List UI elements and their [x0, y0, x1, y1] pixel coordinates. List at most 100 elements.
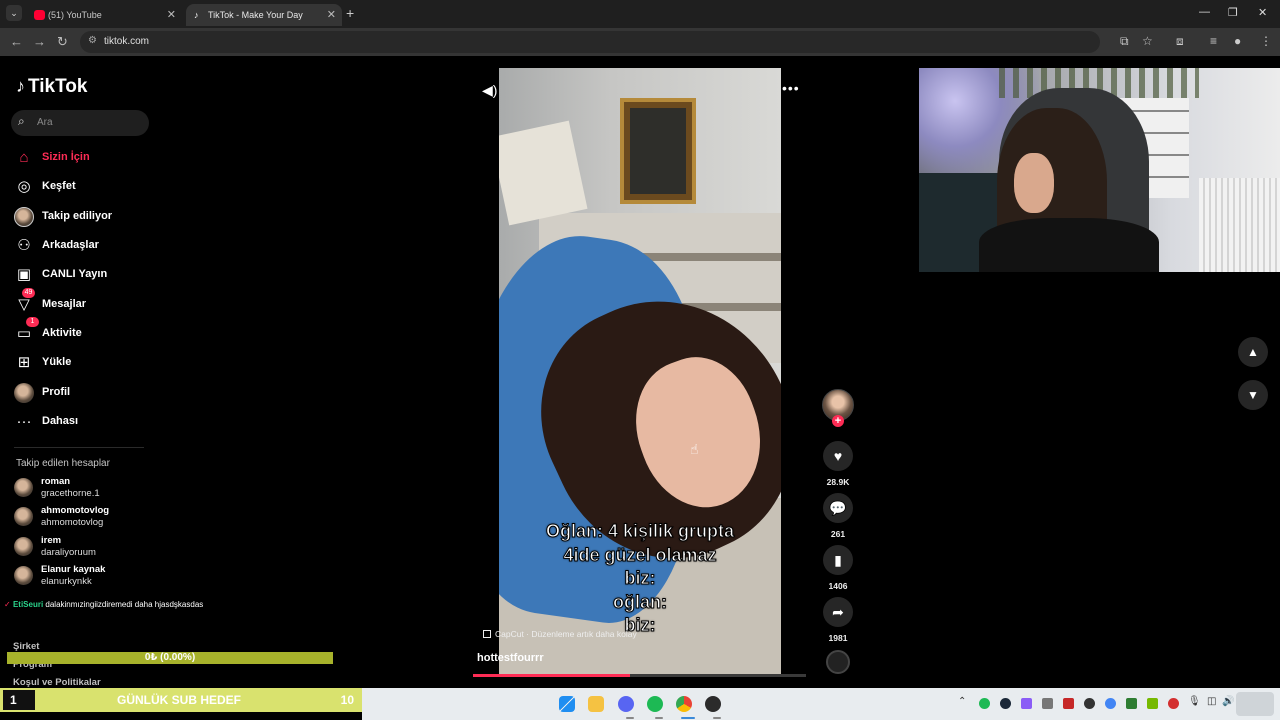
nav-for-you[interactable]: ⌂ Sizin İçin	[14, 147, 154, 169]
follow-plus-icon[interactable]: +	[832, 415, 844, 427]
chat-text: dalakinmızingiizdiremedi daha hjasdşkasd…	[45, 600, 204, 609]
next-video-button[interactable]: ▼	[1238, 380, 1268, 410]
tiktok-logo[interactable]: ♪ TikTok	[16, 76, 87, 98]
close-tab-icon[interactable]: ✕	[167, 4, 176, 26]
messages-badge: 49	[22, 288, 35, 298]
new-tab-button[interactable]: +	[346, 5, 354, 21]
share-arrow-icon: ➦	[832, 604, 844, 620]
search-input[interactable]: ⌕ Ara	[11, 110, 149, 136]
video-author[interactable]: hottestfourrr	[477, 652, 544, 664]
tab-search-button[interactable]: ⌄	[6, 5, 22, 21]
file-explorer-icon[interactable]	[588, 696, 604, 712]
search-placeholder: Ara	[37, 117, 53, 128]
obs-icon[interactable]	[705, 696, 721, 712]
tray-spotify-icon[interactable]	[979, 698, 990, 709]
tab-tiktok[interactable]: ♪ TikTok - Make Your Day ✕	[186, 4, 342, 26]
restore-icon[interactable]: ❐	[1228, 6, 1238, 19]
tray-nvidia-icon[interactable]	[1126, 698, 1137, 709]
windows-start-icon[interactable]	[559, 696, 575, 712]
video-caption: Oğlan: 4 kişilik grupta 4ide güzel olama…	[499, 520, 781, 638]
followed-account[interactable]: roman gracethorne.1	[14, 476, 154, 500]
nav-live[interactable]: ▣ CANLI Yayın	[14, 264, 154, 286]
volume-mute-icon[interactable]: ◀)	[482, 82, 497, 99]
close-tab-icon[interactable]: ✕	[327, 4, 336, 26]
footer-link-company[interactable]: Şirket	[13, 641, 39, 652]
video-scene	[620, 98, 696, 204]
comment-button[interactable]: 💬	[823, 493, 853, 523]
tray-keyboard-icon[interactable]	[1042, 698, 1053, 709]
messages-icon: ▽	[18, 296, 30, 313]
nav-profile[interactable]: Profil	[14, 382, 154, 404]
video-player[interactable]: Oğlan: 4 kişilik grupta 4ide güzel olama…	[499, 68, 781, 676]
profile-avatar-icon[interactable]: ●	[1234, 34, 1241, 48]
activity-icon: ▭	[16, 325, 32, 342]
music-disc-icon[interactable]	[826, 650, 850, 674]
reading-list-icon[interactable]: ≡	[1210, 34, 1217, 48]
like-button[interactable]: ♥	[823, 441, 853, 471]
tray-app-icon[interactable]	[1084, 698, 1095, 709]
site-info-icon[interactable]: ⚙	[88, 35, 97, 46]
chevron-down-icon: ▼	[1247, 388, 1259, 402]
donation-progress-bar: 0₺ (0.00%)	[7, 652, 333, 664]
video-progress-bar[interactable]	[473, 674, 806, 677]
logo-text: TikTok	[28, 76, 88, 97]
tray-google-icon[interactable]	[1105, 698, 1116, 709]
tab-title: TikTok - Make Your Day	[208, 10, 303, 20]
followed-account[interactable]: irem daraliyoruum	[14, 535, 154, 559]
following-avatar-icon	[14, 207, 34, 227]
extensions-icon[interactable]: ⧈	[1176, 34, 1184, 49]
spotify-icon[interactable]	[647, 696, 663, 712]
system-clock[interactable]	[1236, 692, 1274, 716]
donation-progress-text: 0₺ (0.00%)	[144, 652, 196, 663]
reload-icon[interactable]: ↻	[57, 34, 68, 50]
nav-more[interactable]: ··· Dahası	[14, 411, 154, 433]
nav-activity[interactable]: ▭ 1 Aktivite	[14, 317, 154, 345]
save-button[interactable]: ▮	[823, 545, 853, 575]
more-icon: ···	[16, 413, 32, 430]
nav-explore[interactable]: ◎ Keşfet	[14, 176, 154, 198]
bookmark-star-icon[interactable]: ☆	[1142, 34, 1153, 48]
volume-icon[interactable]: 🔊	[1222, 696, 1234, 707]
tab-youtube[interactable]: (51) YouTube ✕	[26, 4, 182, 26]
microphone-icon[interactable]: 🎙	[1188, 696, 1201, 707]
previous-video-button[interactable]: ▲	[1238, 337, 1268, 367]
nav-upload[interactable]: ⊞ Yükle	[14, 352, 154, 374]
footer-link-terms[interactable]: Koşul ve Politikalar	[13, 677, 101, 688]
address-bar[interactable]: ⚙ tiktok.com	[80, 31, 1100, 53]
forward-arrow-icon[interactable]: →	[33, 34, 46, 49]
tray-pen-icon[interactable]	[1021, 698, 1032, 709]
tray-record-icon[interactable]	[1168, 698, 1179, 709]
video-progress-fill	[473, 674, 630, 677]
tray-gpu-icon[interactable]	[1147, 698, 1158, 709]
tray-steam-icon[interactable]	[1000, 698, 1011, 709]
webcam-scene	[1014, 153, 1054, 213]
nav-friends[interactable]: ⚇ Arkadaşlar	[14, 235, 154, 257]
share-button[interactable]: ➦	[823, 597, 853, 627]
nav-following[interactable]: Takip ediliyor	[14, 206, 154, 228]
close-window-icon[interactable]: ✕	[1258, 6, 1267, 19]
tray-expand-icon[interactable]: ⌃	[958, 696, 966, 707]
nav-messages[interactable]: ▽ 49 Mesajlar	[14, 288, 154, 316]
running-indicator	[713, 717, 721, 719]
account-username: ahmomotovlog	[41, 517, 104, 528]
comment-count: 261	[830, 529, 846, 539]
install-app-icon[interactable]: ⧉	[1120, 34, 1129, 49]
chrome-icon[interactable]	[676, 696, 692, 712]
account-name: ahmomotovlog	[41, 505, 110, 516]
more-options-icon[interactable]: •••	[782, 80, 800, 96]
following-accounts-heading: Takip edilen hesaplar	[16, 458, 110, 469]
tray-security-icon[interactable]	[1063, 698, 1074, 709]
nav-label: Takip ediliyor	[42, 210, 113, 222]
back-arrow-icon[interactable]: ←	[10, 34, 23, 49]
live-icon: ▣	[16, 266, 32, 283]
followed-account[interactable]: Elanur kaynak elanurkynkk	[14, 564, 154, 588]
browser-menu-icon[interactable]: ⋮	[1260, 34, 1272, 48]
webcam-scene	[979, 218, 1159, 272]
followed-account[interactable]: ahmomotovlog ahmomotovlog	[14, 505, 154, 529]
caption-line: Oğlan: 4 kişilik grupta	[545, 521, 735, 542]
capcut-tag[interactable]: CapCut · Düzenleme artık daha kolay	[483, 629, 637, 639]
minimize-icon[interactable]: —	[1199, 6, 1210, 18]
network-icon[interactable]: ◫	[1207, 696, 1216, 707]
nav-label: Aktivite	[42, 327, 82, 339]
discord-icon[interactable]	[618, 696, 634, 712]
